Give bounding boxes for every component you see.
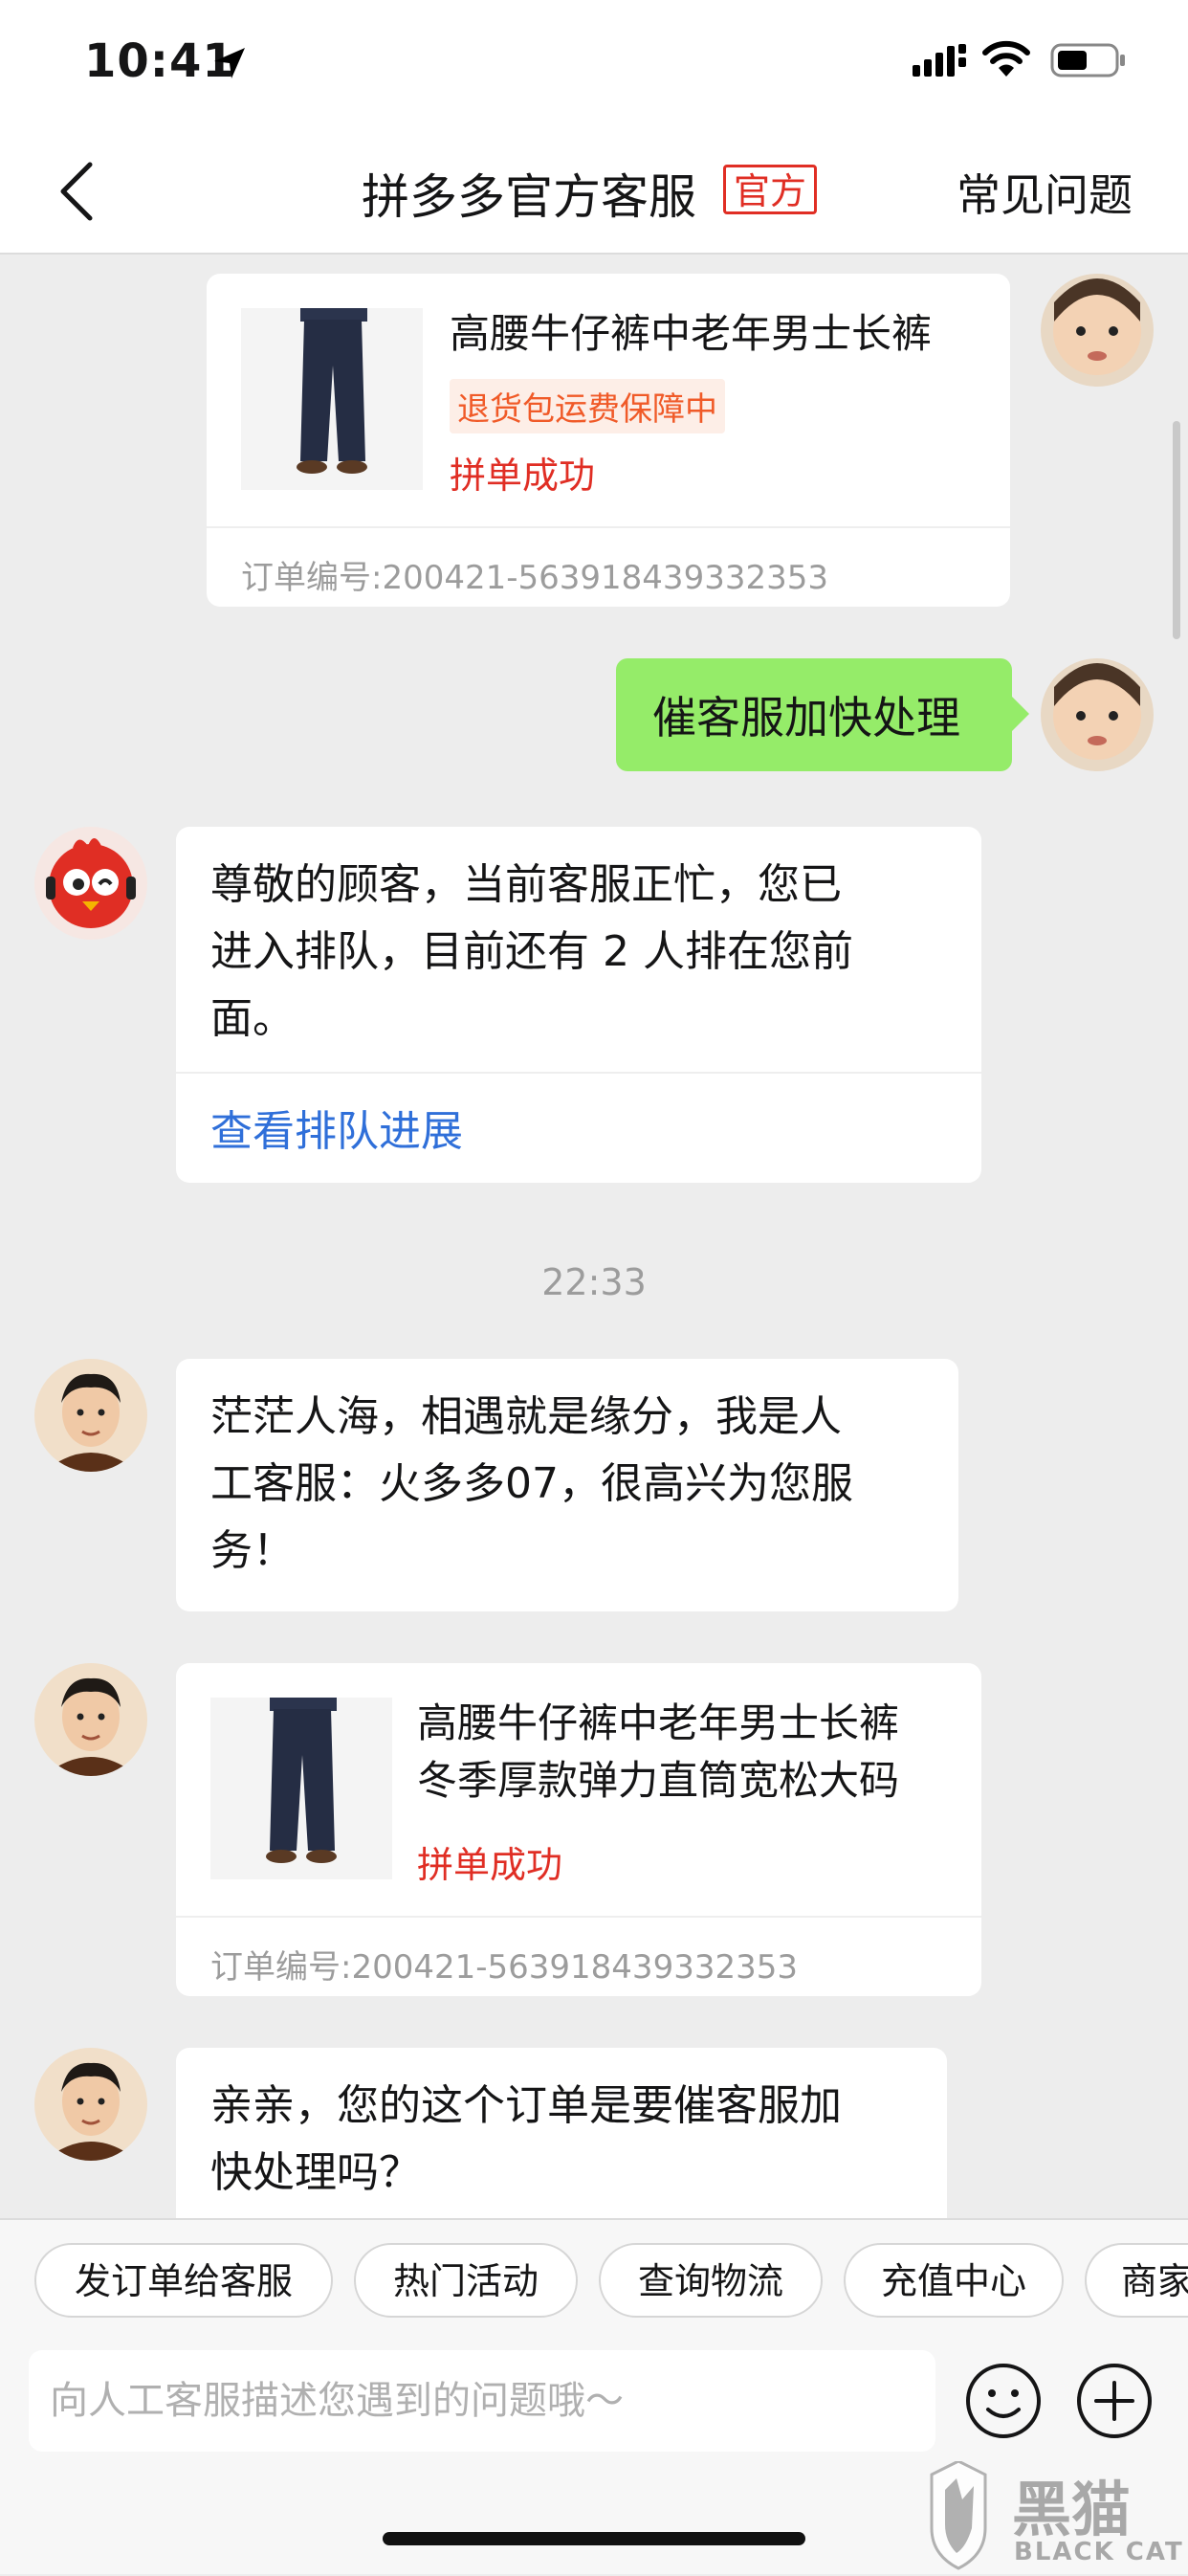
product-thumbnail	[210, 1698, 392, 1879]
quick-action-recharge-center[interactable]: 充值中心	[844, 2243, 1064, 2318]
agent-avatar[interactable]	[34, 1359, 147, 1472]
quick-action-track-shipping[interactable]: 查询物流	[599, 2243, 823, 2318]
order-number: 订单编号:200421-563918439332353	[210, 1948, 798, 1987]
agent-message-line: 快处理吗？	[210, 2148, 421, 2197]
message-timestamp: 22:33	[541, 1261, 647, 1303]
black-cat-watermark: 黑猫 BLACK CAT	[924, 2459, 1188, 2572]
wifi-icon	[982, 40, 1030, 77]
agent-question-bubble: 亲亲，您的这个订单是要催客服加 快处理吗？	[176, 2048, 947, 2239]
message-input-placeholder: 向人工客服描述您遇到的问题哦～	[50, 2379, 624, 2423]
watermark-brand: 黑猫	[1012, 2475, 1132, 2544]
home-indicator[interactable]	[383, 2532, 805, 2545]
queue-message-line: 尊敬的顾客，当前客服正忙，您已	[210, 860, 842, 909]
agent-message-line: 茫茫人海，相遇就是缘分，我是人	[210, 1392, 842, 1441]
agent-avatar[interactable]	[34, 1663, 147, 1776]
official-badge: 官方	[723, 165, 818, 214]
quick-action-send-order[interactable]: 发订单给客服	[34, 2243, 333, 2318]
signal-icon	[913, 44, 966, 77]
user-avatar[interactable]	[1041, 274, 1154, 387]
location-arrow-icon	[214, 48, 245, 78]
bot-avatar[interactable]	[34, 827, 147, 940]
card-divider	[176, 1916, 981, 1918]
battery-icon	[1050, 43, 1125, 78]
order-status: 拼单成功	[450, 455, 596, 497]
agent-message-line: 工客服：火多多07，很高兴为您服	[210, 1459, 853, 1508]
user-avatar[interactable]	[1041, 658, 1154, 771]
product-title-line: 冬季厚款弹力直筒宽松大码	[417, 1757, 900, 1804]
quick-action-hot-events[interactable]: 热门活动	[354, 2243, 578, 2318]
faq-link[interactable]: 常见问题	[957, 161, 1133, 224]
queue-message-card: 尊敬的顾客，当前客服正忙，您已 进入排队，目前还有 2 人排在您前 面。 查看排…	[176, 827, 981, 1183]
agent-message-line: 亲亲，您的这个订单是要催客服加	[210, 2081, 842, 2130]
card-divider	[207, 526, 1010, 528]
order-number: 订单编号:200421-563918439332353	[241, 559, 828, 597]
watermark-sub: BLACK CAT	[1014, 2538, 1184, 2566]
queue-message-line: 进入排队，目前还有 2 人排在您前	[210, 927, 853, 976]
user-message-bubble[interactable]: 催客服加快处理	[616, 658, 1012, 771]
scrollbar[interactable]	[1173, 421, 1180, 639]
shipping-guarantee-tag: 退货包运费保障中	[450, 379, 725, 433]
card-divider	[176, 1072, 981, 1074]
bubble-tail	[1012, 697, 1029, 731]
product-thumbnail	[241, 308, 423, 490]
quick-action-merchant[interactable]: 商家	[1085, 2243, 1188, 2318]
product-card-1[interactable]: 高腰牛仔裤中老年男士长裤 退货包运费保障中 拼单成功 订单编号:200421-5…	[207, 274, 1010, 607]
plus-icon[interactable]	[1075, 2362, 1154, 2440]
page-title: 拼多多官方客服	[362, 169, 696, 225]
agent-message-line: 务！	[210, 1526, 295, 1575]
agent-greeting-bubble: 茫茫人海，相遇就是缘分，我是人 工客服：火多多07，很高兴为您服 务！	[176, 1359, 958, 1611]
back-chevron-icon[interactable]	[55, 161, 98, 222]
queue-message-line: 面。	[210, 994, 295, 1043]
product-card-2[interactable]: 高腰牛仔裤中老年男士长裤 冬季厚款弹力直筒宽松大码 拼单成功 订单编号:2004…	[176, 1663, 981, 1996]
order-status: 拼单成功	[417, 1844, 563, 1886]
agent-avatar[interactable]	[34, 2048, 147, 2161]
user-message-text: 催客服加快处理	[652, 692, 960, 744]
product-title-line: 高腰牛仔裤中老年男士长裤	[417, 1699, 900, 1746]
emoji-icon[interactable]	[964, 2362, 1043, 2440]
view-queue-link[interactable]: 查看排队进展	[210, 1097, 463, 1158]
product-title: 高腰牛仔裤中老年男士长裤	[450, 310, 933, 357]
